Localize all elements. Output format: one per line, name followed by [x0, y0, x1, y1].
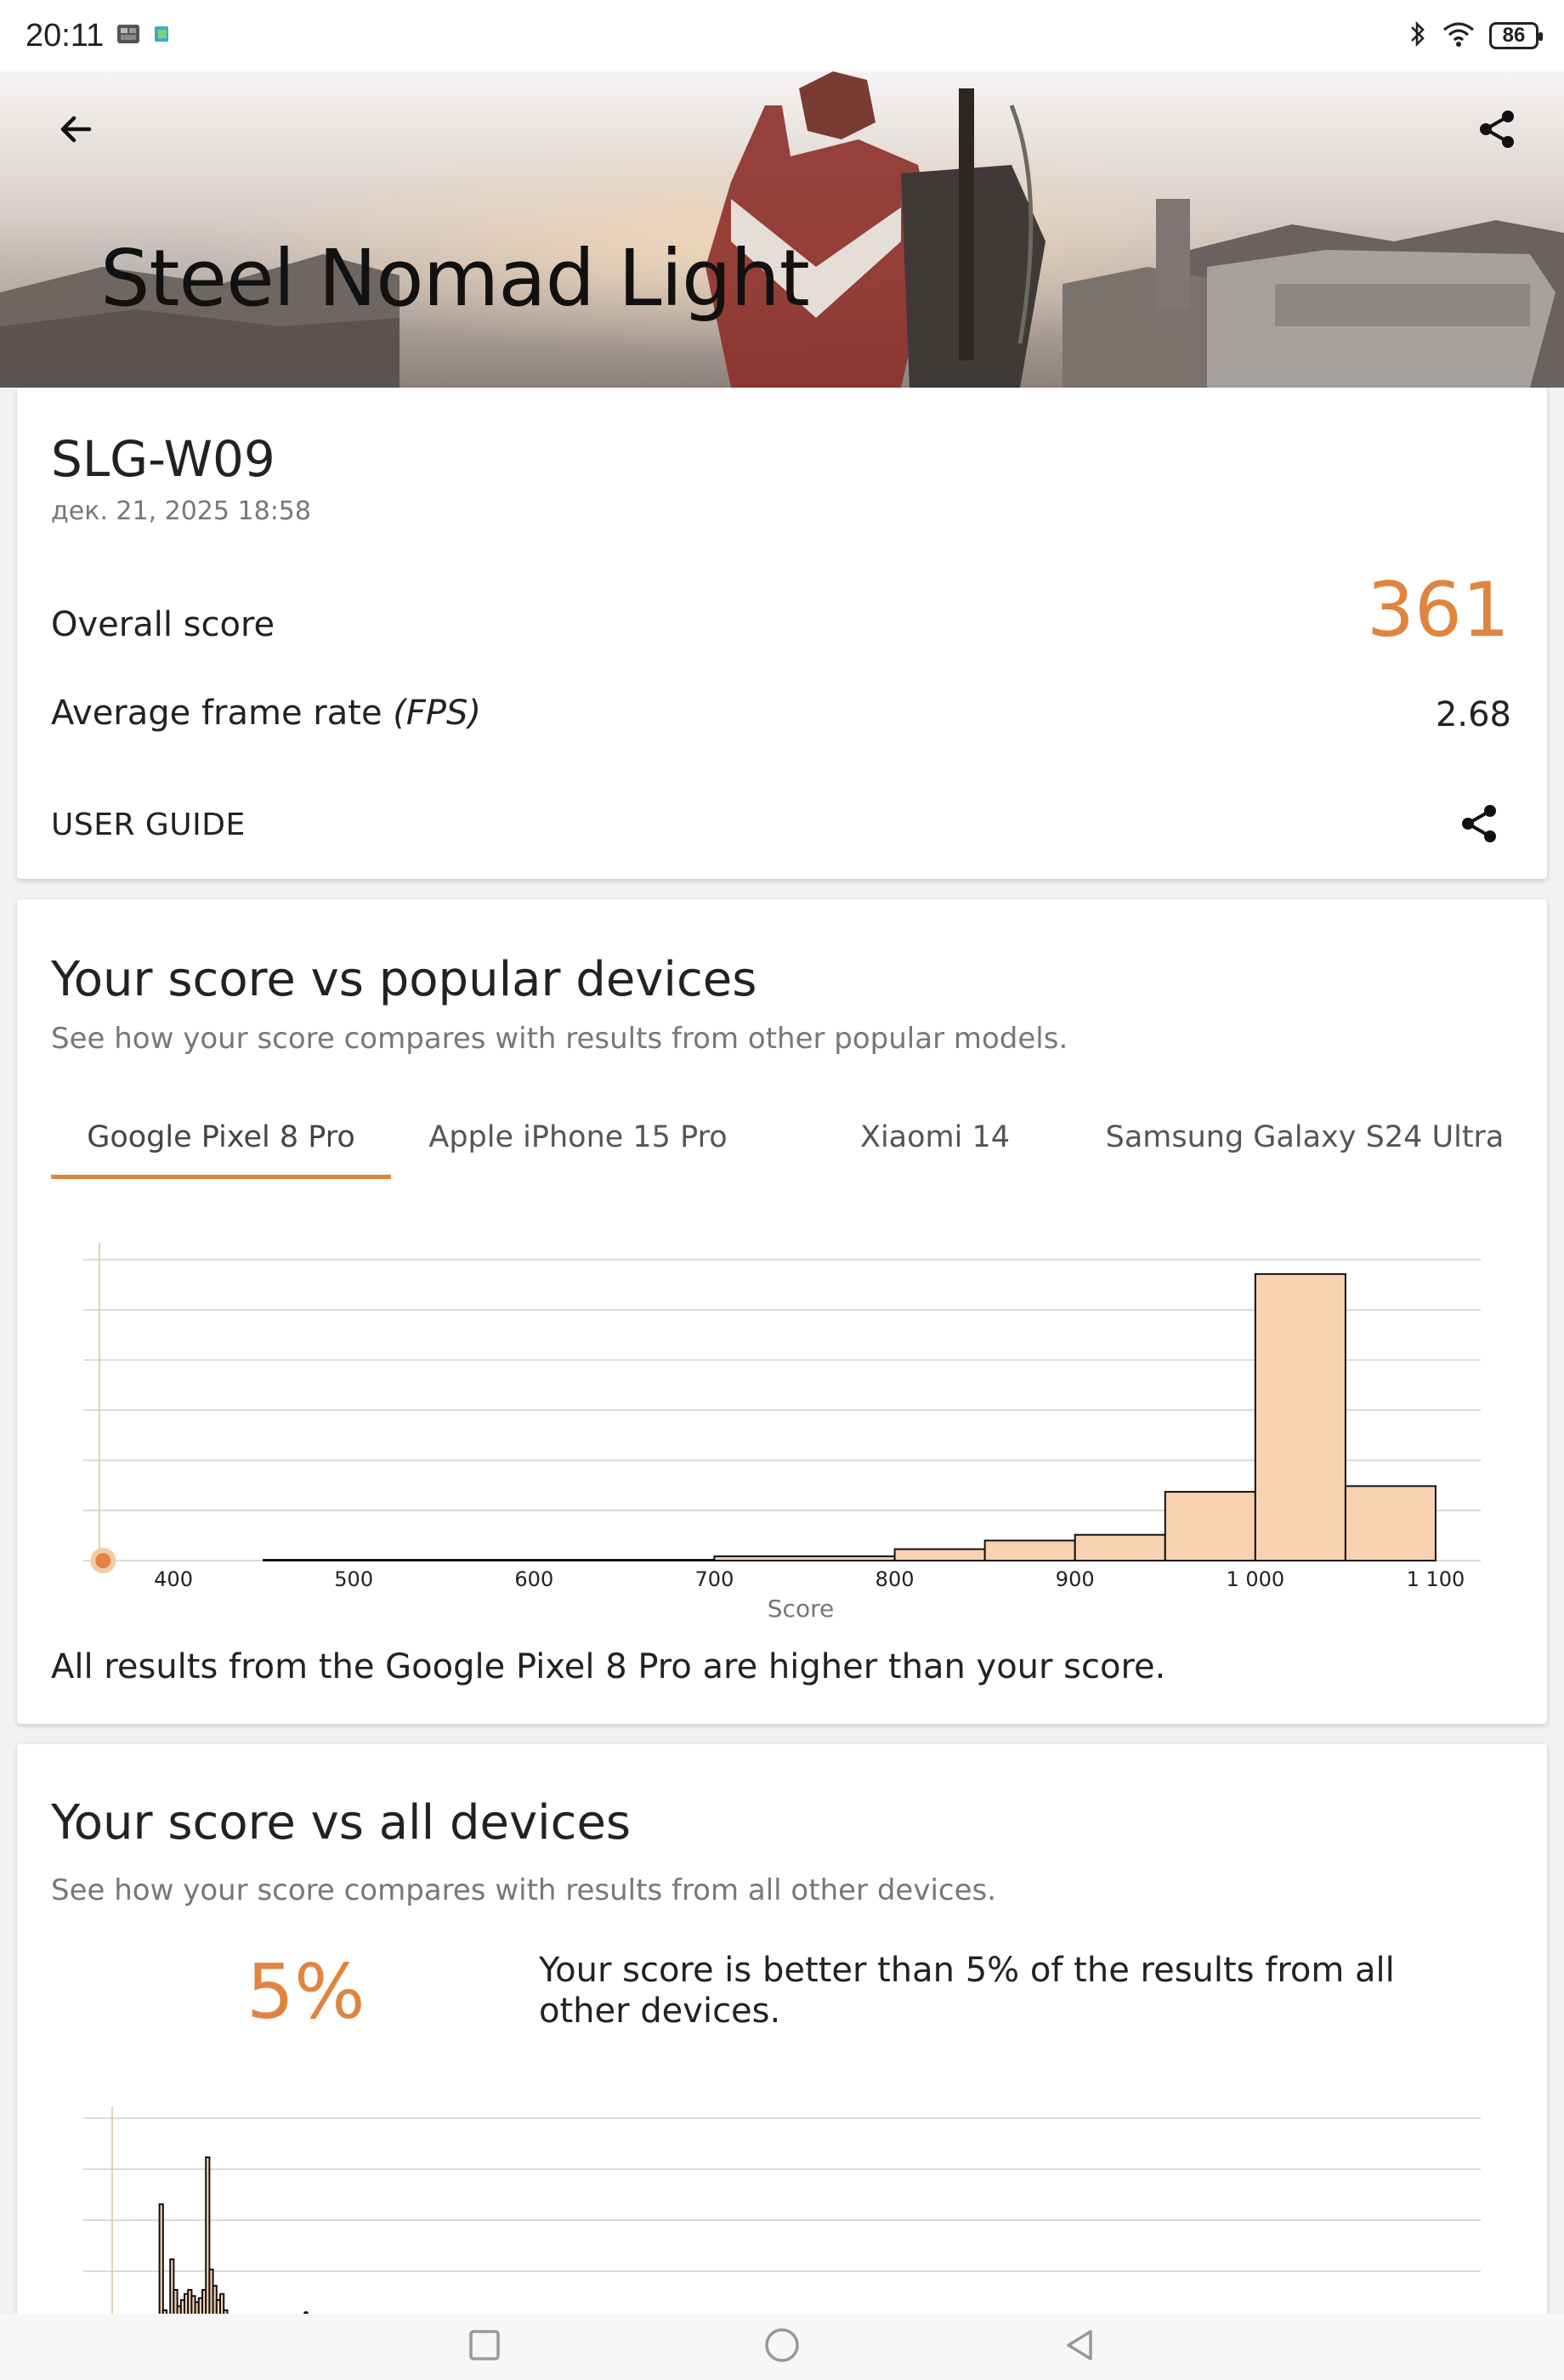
share-icon	[1475, 107, 1519, 156]
overall-score-value: 361	[1367, 566, 1510, 654]
page-title: Steel Nomad Light	[100, 233, 810, 324]
all-devices-histogram	[83, 2106, 1481, 2331]
popular-devices-histogram: 400 500 600 700 800 900 1 000 1 100 Score	[83, 1243, 1481, 1623]
histogram-bar	[893, 1548, 986, 1561]
histogram-bar	[1344, 1485, 1436, 1561]
share-button-header[interactable]	[1459, 93, 1535, 169]
result-date: дек. 21, 2025 18:58	[51, 496, 311, 526]
comparison-verdict: All results from the Google Pixel 8 Pro …	[51, 1647, 1166, 1686]
share-icon	[1457, 802, 1501, 850]
histogram-bar	[983, 1539, 1076, 1562]
x-tick-label: 900	[1056, 1567, 1095, 1591]
all-devices-card: Your score vs all devices See how your s…	[17, 1744, 1547, 2331]
bluetooth-icon	[1408, 20, 1428, 53]
device-name: SLG-W09	[51, 430, 275, 488]
back-button[interactable]	[37, 93, 114, 169]
gallery-notification-icon	[116, 21, 141, 51]
x-tick-label: 700	[695, 1567, 734, 1591]
square-icon	[468, 2328, 502, 2366]
fps-unit: (FPS)	[393, 694, 482, 733]
status-time: 20:11	[26, 17, 105, 54]
result-card: SLG-W09 дек. 21, 2025 18:58 Overall scor…	[17, 388, 1547, 879]
histogram-bar	[1164, 1491, 1256, 1561]
fps-value: 2.68	[1435, 695, 1511, 734]
popular-devices-card: Your score vs popular devices See how yo…	[17, 899, 1547, 1724]
histogram-bar	[263, 1558, 716, 1562]
hero-banner: Steel Nomad Light	[0, 71, 1564, 388]
home-button[interactable]	[761, 2326, 803, 2368]
share-result-button[interactable]	[1441, 787, 1517, 864]
fps-label: Average frame rate (FPS)	[51, 694, 481, 733]
hero-artwork	[0, 71, 1564, 388]
x-tick-label: 1 100	[1407, 1567, 1465, 1591]
back-nav-button[interactable]	[1058, 2326, 1101, 2368]
triangle-back-icon	[1062, 2328, 1096, 2366]
fps-label-text: Average frame rate	[51, 694, 382, 733]
wifi-icon	[1442, 20, 1476, 52]
system-navigation-bar	[0, 2314, 1564, 2380]
x-tick-label: 1 000	[1226, 1567, 1284, 1591]
user-guide-button[interactable]: USER GUIDE	[51, 808, 246, 842]
your-score-marker	[95, 1553, 111, 1568]
battery-indicator: 86	[1489, 22, 1543, 49]
x-tick-label: 500	[334, 1567, 373, 1591]
app-notification-icon	[153, 23, 172, 49]
arrow-left-icon	[55, 109, 96, 154]
histogram-bar	[1074, 1533, 1166, 1562]
x-tick-label: 600	[514, 1567, 553, 1591]
x-tick-label: 800	[876, 1567, 915, 1591]
status-bar: 20:11 86	[0, 0, 1564, 71]
recents-button[interactable]	[463, 2326, 506, 2368]
x-tick-label: 400	[154, 1567, 193, 1591]
circle-icon	[763, 2326, 801, 2368]
x-axis-label: Score	[768, 1595, 834, 1623]
histogram-bar	[713, 1555, 896, 1562]
overall-score-label: Overall score	[51, 605, 275, 644]
histogram-bar	[1254, 1272, 1346, 1561]
